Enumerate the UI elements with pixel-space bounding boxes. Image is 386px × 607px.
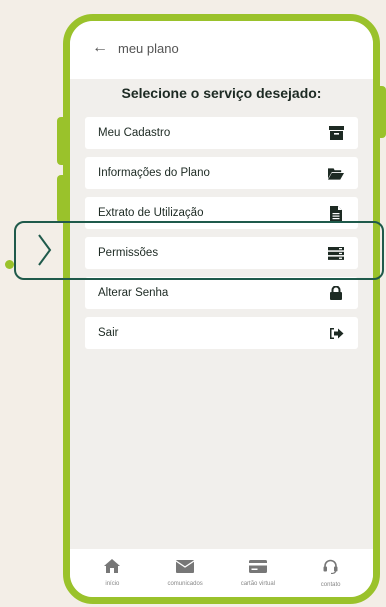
document-icon (328, 205, 344, 221)
menu-item-label: Meu Cadastro (98, 127, 171, 139)
menu-item-meu-cadastro[interactable]: Meu Cadastro (85, 117, 358, 149)
header-title: meu plano (118, 40, 179, 56)
menu-item-label: Sair (98, 327, 119, 339)
menu-item-alterar-senha[interactable]: Alterar Senha (85, 277, 358, 309)
home-icon (104, 559, 121, 578)
menu-item-label: Extrato de Utilização (98, 207, 204, 219)
folder-open-icon (328, 165, 344, 181)
highlight-callout (14, 221, 384, 280)
tab-inicio[interactable]: início (82, 559, 142, 587)
tab-comunicados[interactable]: comunicados (155, 559, 215, 587)
menu-item-label: Informações do Plano (98, 167, 210, 179)
tab-label: contato (320, 581, 341, 588)
tab-cartao-virtual[interactable]: cartão virtual (228, 559, 288, 587)
bottom-tab-bar: início comunicados cartão virtual contat… (70, 549, 373, 597)
credit-card-icon (248, 559, 267, 578)
tab-label: comunicados (167, 580, 203, 587)
phone-frame: ← meu plano Selecione o serviço desejado… (63, 14, 380, 604)
tab-label: cartão virtual (240, 580, 276, 587)
archive-icon (328, 125, 344, 141)
page-title: Selecione o serviço desejado: (121, 85, 322, 101)
tab-contato[interactable]: contato (301, 559, 361, 588)
headset-icon (323, 559, 338, 579)
tab-label: início (105, 581, 120, 587)
menu-item-label: Alterar Senha (98, 287, 169, 299)
sign-out-icon (328, 325, 344, 341)
lock-icon (328, 285, 344, 301)
envelope-icon (175, 559, 195, 578)
back-button[interactable]: ← meu plano (92, 39, 179, 57)
menu-item-informacoes-plano[interactable]: Informações do Plano (85, 157, 358, 189)
chevron-right-icon (38, 234, 52, 266)
back-arrow-icon: ← (92, 39, 108, 56)
app-header: ← meu plano (70, 21, 373, 79)
callout-dot (5, 260, 14, 269)
menu-item-sair[interactable]: Sair (85, 317, 358, 349)
